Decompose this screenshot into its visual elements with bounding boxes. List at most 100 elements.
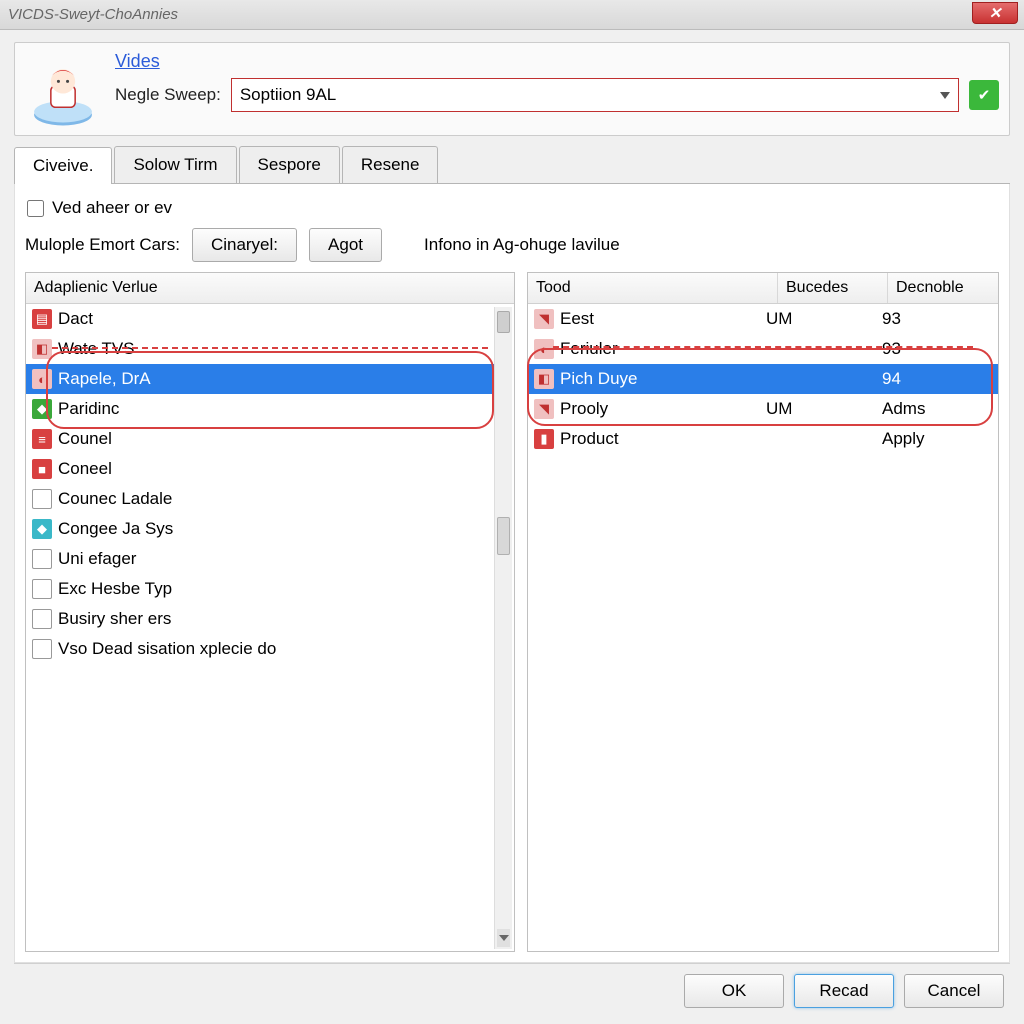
item-icon <box>32 579 52 599</box>
avatar-icon <box>25 51 101 127</box>
titlebar: VICDS-Sweyt-ChoAnnies ✕ <box>0 0 1024 30</box>
list-item[interactable]: ◐Rapele, DrA <box>26 364 494 394</box>
left-pane: Adaplienic Verlue ▤ Dact ◧Wate TVS◐Rapele,… <box>25 272 515 952</box>
item-icon: ◐ <box>534 339 554 359</box>
list-item[interactable]: ▤ Dact <box>26 304 494 334</box>
left-pane-header: Adaplienic Verlue <box>26 273 514 304</box>
tabs: Civeive.Solow TirmSesporeResene <box>14 146 1010 184</box>
table-row[interactable]: ◧ Pich Duye 94 <box>528 364 998 394</box>
list-item[interactable]: ≡ Counel <box>26 424 494 454</box>
item-icon: ▮ <box>534 429 554 449</box>
bottom-buttons: OK Recad Cancel <box>14 963 1010 1012</box>
item-label: Counel <box>58 429 112 449</box>
col-tood[interactable]: Tood <box>528 273 778 303</box>
item-icon: ◧ <box>534 369 554 389</box>
item-icon: ◥ <box>534 399 554 419</box>
vides-link[interactable]: Vides <box>115 51 160 72</box>
scrollbar-handle[interactable] <box>497 517 510 555</box>
list-item[interactable]: Busiry sher ers <box>26 604 494 634</box>
chevron-down-icon <box>940 92 950 99</box>
item-label: Counec Ladale <box>58 489 172 509</box>
left-scrollbar[interactable] <box>494 307 512 949</box>
recad-button[interactable]: Recad <box>794 974 894 1008</box>
table-row[interactable]: ◥ Prooly UM Adms <box>528 394 998 424</box>
table-row[interactable]: ◐Feriuler93 <box>528 334 998 364</box>
item-label: Busiry sher ers <box>58 609 171 629</box>
list-item[interactable]: Vso Dead sisation xplecie do <box>26 634 494 664</box>
sweep-combo-value: Soptiion 9AL <box>240 85 336 105</box>
tab-body: Ved aheer or ev Mulople Emort Cars: Cina… <box>14 184 1010 963</box>
panes: Adaplienic Verlue ▤Dact◧Wate TVS◐Rapele,… <box>25 272 999 952</box>
decnoble-value: 94 <box>882 369 992 389</box>
cinaryel-button[interactable]: Cinaryel: <box>192 228 297 262</box>
close-icon: ✕ <box>989 4 1002 22</box>
right-list[interactable]: ◥ Eest UM 93◐Feriuler93 ◧ Pich Duye 94 ◥ Prooly U… <box>528 304 998 951</box>
right-pane: Tood Bucedes Decnoble ◥ Eest UM 93◐Feriuler… <box>527 272 999 952</box>
item-icon: ▤ <box>32 309 52 329</box>
emort-cars-label: Mulople Emort Cars: <box>25 235 180 255</box>
col-bucedes[interactable]: Bucedes <box>778 273 888 303</box>
top-fields: Vides Negle Sweep: Soptiion 9AL ✔ <box>115 51 999 112</box>
decnoble-value: Adms <box>882 399 992 419</box>
table-row[interactable]: ▮ Product Apply <box>528 424 998 454</box>
check-icon: ✔ <box>978 86 991 104</box>
item-icon: ■ <box>32 459 52 479</box>
ved-aheer-label: Ved aheer or ev <box>52 198 172 218</box>
tood-value: Product <box>560 429 619 449</box>
top-panel: Vides Negle Sweep: Soptiion 9AL ✔ <box>14 42 1010 136</box>
list-item[interactable]: ◧Wate TVS <box>26 334 494 364</box>
table-row[interactable]: ◥EestUM93 <box>528 304 998 334</box>
tab-civeive[interactable]: Civeive. <box>14 147 112 184</box>
tab-resene[interactable]: Resene <box>342 146 439 183</box>
item-icon <box>32 639 52 659</box>
decnoble-value: Apply <box>882 429 992 449</box>
list-item[interactable]: ◆ Paridinc <box>26 394 494 424</box>
sweep-label: Negle Sweep: <box>115 85 221 105</box>
item-label: Dact <box>58 309 93 329</box>
item-icon <box>32 609 52 629</box>
bucedes-value: UM <box>766 399 876 419</box>
tab-sespore[interactable]: Sespore <box>239 146 340 183</box>
item-icon: ◆ <box>32 399 52 419</box>
decnoble-value: 93 <box>882 339 992 359</box>
close-button[interactable]: ✕ <box>972 2 1018 24</box>
item-label: Exc Hesbe Typ <box>58 579 172 599</box>
item-label: Vso Dead sisation xplecie do <box>58 639 276 659</box>
item-icon: ≡ <box>32 429 52 449</box>
right-wrap: Tood Bucedes Decnoble ◥ Eest UM 93◐Feriuler… <box>527 272 999 952</box>
item-label: Paridinc <box>58 399 119 419</box>
info-text: Infono in Ag-ohuge lavilue <box>424 235 620 255</box>
item-label: Congee Ja Sys <box>58 519 173 539</box>
left-header-col[interactable]: Adaplienic Verlue <box>26 273 514 303</box>
agot-button[interactable]: Agot <box>309 228 382 262</box>
right-pane-header: Tood Bucedes Decnoble <box>528 273 998 304</box>
tab-solowtirm[interactable]: Solow Tirm <box>114 146 236 183</box>
item-icon: ◥ <box>534 309 554 329</box>
cancel-button[interactable]: Cancel <box>904 974 1004 1008</box>
left-list[interactable]: ▤ Dact ◧Wate TVS◐Rapele, DrA ◆ Paridinc ≡ Coun… <box>26 304 514 951</box>
bucedes-value: UM <box>766 309 876 329</box>
tood-value: Prooly <box>560 399 608 419</box>
list-item[interactable]: Uni efager <box>26 544 494 574</box>
ved-aheer-checkbox[interactable] <box>27 200 44 217</box>
item-label: Wate TVS <box>58 339 135 359</box>
list-item[interactable]: ■ Coneel <box>26 454 494 484</box>
avatar <box>25 51 101 127</box>
list-item[interactable]: Counec Ladale <box>26 484 494 514</box>
item-icon: ◆ <box>32 519 52 539</box>
item-icon <box>32 489 52 509</box>
item-label: Coneel <box>58 459 112 479</box>
ok-button[interactable]: OK <box>684 974 784 1008</box>
confirm-icon-button[interactable]: ✔ <box>969 80 999 110</box>
tood-value: Pich Duye <box>560 369 637 389</box>
item-label: Rapele, DrA <box>58 369 151 389</box>
scrollbar-thumb-top[interactable] <box>497 311 510 333</box>
dialog-window: VICDS-Sweyt-ChoAnnies ✕ Vides <box>0 0 1024 1024</box>
col-decnoble[interactable]: Decnoble <box>888 273 998 303</box>
list-item[interactable]: ◆ Congee Ja Sys <box>26 514 494 544</box>
window-title: VICDS-Sweyt-ChoAnnies <box>8 6 178 23</box>
sweep-combo[interactable]: Soptiion 9AL <box>231 78 959 112</box>
scrollbar-down-arrow[interactable] <box>497 929 510 947</box>
list-item[interactable]: Exc Hesbe Typ <box>26 574 494 604</box>
tood-value: Eest <box>560 309 594 329</box>
